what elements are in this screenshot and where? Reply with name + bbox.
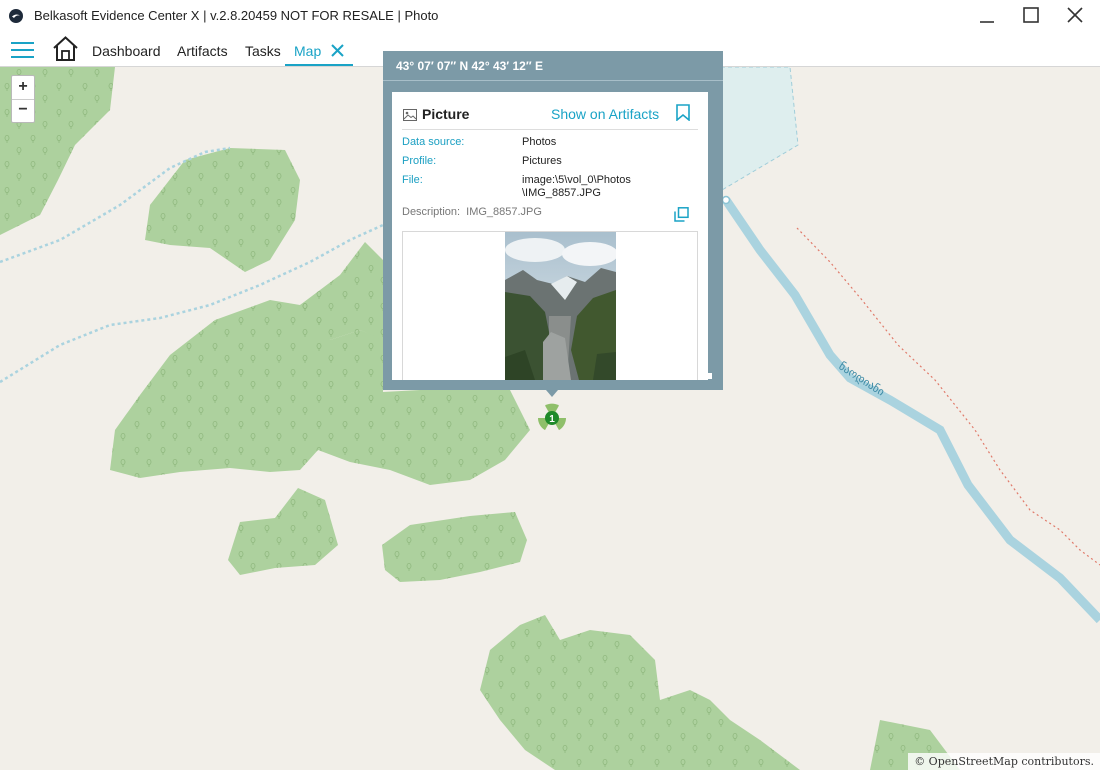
minimize-icon[interactable] — [972, 4, 1002, 28]
river-path — [722, 197, 1100, 624]
bookmark-icon[interactable] — [676, 104, 690, 121]
popup-divider — [383, 80, 723, 81]
home-icon[interactable] — [52, 35, 79, 62]
picture-icon — [403, 109, 417, 121]
popup-coordinates: 43° 07′ 07″ N 42° 43′ 12″ E — [396, 59, 543, 73]
mountain-photo — [505, 232, 616, 380]
map-attribution: © OpenStreetMap contributors. — [908, 753, 1100, 770]
description-label: Description: — [402, 206, 461, 218]
title-bar: Belkasoft Evidence Center X | v.2.8.2045… — [0, 0, 1100, 32]
app-logo-icon — [9, 9, 23, 23]
maximize-icon[interactable] — [1016, 4, 1046, 28]
photo-preview[interactable] — [402, 231, 698, 380]
description-value: IMG_8857.JPG — [466, 206, 542, 218]
boundary-path — [796, 227, 1100, 566]
profile-value: Pictures — [522, 155, 562, 167]
hamburger-menu-icon[interactable] — [11, 41, 35, 59]
active-tab-indicator — [285, 64, 353, 66]
profile-label: Profile: — [402, 155, 437, 167]
river-label: ნაოდიანი — [836, 360, 887, 399]
zoom-control: + − — [11, 75, 35, 123]
copy-icon[interactable] — [674, 207, 689, 222]
close-tab-icon[interactable] — [331, 44, 344, 57]
zoom-in-button[interactable]: + — [12, 76, 34, 99]
artifact-card: Picture Show on Artifacts Data source: P… — [392, 92, 708, 380]
file-value: image:\5\vol_0\Photos \IMG_8857.JPG — [522, 174, 631, 199]
river-node — [721, 195, 731, 205]
marker-count: 1 — [549, 414, 555, 425]
popup-pointer — [546, 390, 558, 397]
popup-resize-grip[interactable] — [708, 373, 712, 379]
data-source-value: Photos — [522, 136, 557, 148]
location-marker[interactable]: 1 — [535, 402, 569, 434]
description-row: Description: IMG_8857.JPG — [402, 206, 542, 218]
window-title: Belkasoft Evidence Center X | v.2.8.2045… — [34, 8, 439, 23]
card-separator — [402, 129, 698, 130]
tab-tasks[interactable]: Tasks — [245, 43, 281, 59]
tab-artifacts[interactable]: Artifacts — [177, 43, 228, 59]
file-label: File: — [402, 174, 423, 186]
close-window-icon[interactable] — [1060, 4, 1090, 28]
show-on-artifacts-link[interactable]: Show on Artifacts — [551, 106, 659, 122]
card-title: Picture — [422, 106, 470, 122]
zoom-out-button[interactable]: − — [12, 99, 34, 122]
location-popup: 43° 07′ 07″ N 42° 43′ 12″ E Picture Show… — [383, 51, 723, 390]
tab-dashboard[interactable]: Dashboard — [92, 43, 161, 59]
data-source-label: Data source: — [402, 136, 465, 148]
tab-map[interactable]: Map — [294, 43, 321, 59]
